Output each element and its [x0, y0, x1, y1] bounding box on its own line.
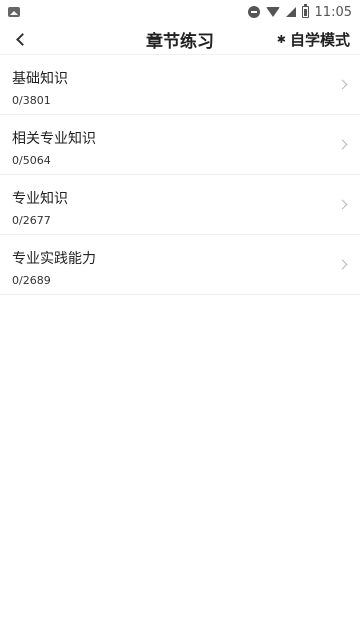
status-time: 11:05	[314, 4, 352, 20]
wifi-icon	[265, 7, 280, 17]
chapter-item-professional-practice[interactable]: 专业实践能力 0/2689	[0, 235, 360, 295]
chevron-left-icon	[15, 32, 29, 46]
chapter-progress: 0/5064	[12, 154, 51, 167]
chapter-list: 基础知识 0/3801 相关专业知识 0/5064 专业知识 0/2677 专业…	[0, 55, 360, 295]
page-title: 章节练习	[146, 31, 214, 52]
status-bar: 11:05	[0, 0, 360, 24]
self-study-mode-label: 自学模式	[289, 30, 350, 49]
chapter-title: 相关专业知识	[12, 131, 96, 147]
chapter-item-related-knowledge[interactable]: 相关专业知识 0/5064	[0, 115, 360, 175]
chevron-right-icon	[337, 79, 348, 90]
chapter-title: 专业知识	[12, 191, 68, 207]
gear-icon: ✱	[276, 32, 286, 46]
self-study-mode-button[interactable]: ✱ 自学模式	[277, 28, 350, 50]
gallery-icon	[8, 7, 20, 17]
chapter-progress: 0/3801	[12, 94, 51, 107]
chapter-item-professional-knowledge[interactable]: 专业知识 0/2677	[0, 175, 360, 235]
do-not-disturb-icon	[247, 6, 260, 18]
status-right: 11:05	[247, 4, 352, 20]
back-button[interactable]	[10, 28, 34, 50]
chevron-right-icon	[337, 139, 348, 150]
chevron-right-icon	[337, 199, 348, 210]
chapter-title: 基础知识	[12, 71, 68, 87]
chapter-title: 专业实践能力	[12, 251, 96, 267]
chapter-item-basic-knowledge[interactable]: 基础知识 0/3801	[0, 55, 360, 115]
chapter-progress: 0/2689	[12, 274, 51, 287]
battery-icon	[301, 4, 309, 18]
status-left	[8, 7, 20, 17]
chapter-progress: 0/2677	[12, 214, 51, 227]
chevron-right-icon	[337, 259, 348, 270]
header-bar: 章节练习 ✱ 自学模式	[0, 24, 360, 55]
signal-icon	[285, 7, 296, 17]
